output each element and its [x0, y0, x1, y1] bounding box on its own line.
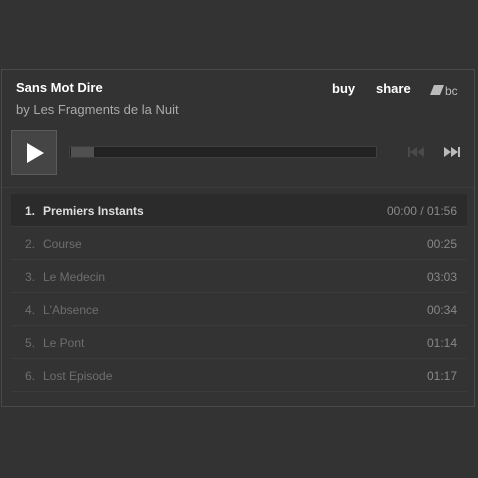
progress-thumb[interactable]: [71, 147, 94, 157]
track-row[interactable]: 6. Lost Episode 01:17: [11, 359, 467, 392]
track-title: Le Pont: [43, 336, 85, 350]
track-duration: 00:34: [426, 303, 457, 317]
player-controls: [2, 128, 474, 188]
track-number: 6.: [25, 369, 36, 383]
share-link[interactable]: share: [376, 81, 411, 96]
bandcamp-logo-icon[interactable]: bc: [430, 83, 462, 97]
track-row[interactable]: 3. Le Medecin 03:03: [11, 260, 467, 293]
play-icon: [27, 143, 44, 163]
track-duration: 00:00 / 01:56: [386, 204, 457, 218]
track-number: 4.: [25, 303, 36, 317]
track-row[interactable]: 1. Premiers Instants 00:00 / 01:56: [11, 194, 467, 227]
previous-track-icon[interactable]: [407, 145, 425, 159]
track-list: 1. Premiers Instants 00:00 / 01:56 2. Co…: [11, 194, 467, 392]
track-title: Course: [43, 237, 82, 251]
track-number: 2.: [25, 237, 36, 251]
track-row[interactable]: 2. Course 00:25: [11, 227, 467, 260]
track-title: Lost Episode: [43, 369, 113, 383]
bandcamp-logo-text: bc: [445, 84, 458, 97]
track-duration: 01:14: [426, 336, 457, 350]
track-row[interactable]: 5. Le Pont 01:14: [11, 326, 467, 359]
track-duration: 03:03: [426, 270, 457, 284]
track-title: Le Medecin: [43, 270, 106, 284]
divider: [2, 187, 474, 188]
player-widget: Sans Mot Dire by Les Fragments de la Nui…: [1, 69, 475, 407]
track-number: 5.: [25, 336, 36, 350]
next-track-icon[interactable]: [443, 145, 461, 159]
track-number: 3.: [25, 270, 36, 284]
track-number: 1.: [25, 204, 36, 218]
player-header: Sans Mot Dire by Les Fragments de la Nui…: [2, 70, 474, 130]
track-duration: 01:17: [426, 369, 457, 383]
track-title: Premiers Instants: [43, 204, 144, 218]
album-title[interactable]: Sans Mot Dire: [16, 80, 103, 95]
track-row[interactable]: 4. L'Absence 00:34: [11, 293, 467, 326]
artist-byline[interactable]: by Les Fragments de la Nuit: [16, 102, 179, 117]
buy-link[interactable]: buy: [332, 81, 355, 96]
track-title: L'Absence: [43, 303, 99, 317]
play-button[interactable]: [11, 130, 57, 175]
track-duration: 00:25: [426, 237, 457, 251]
progress-bar[interactable]: [69, 146, 377, 158]
